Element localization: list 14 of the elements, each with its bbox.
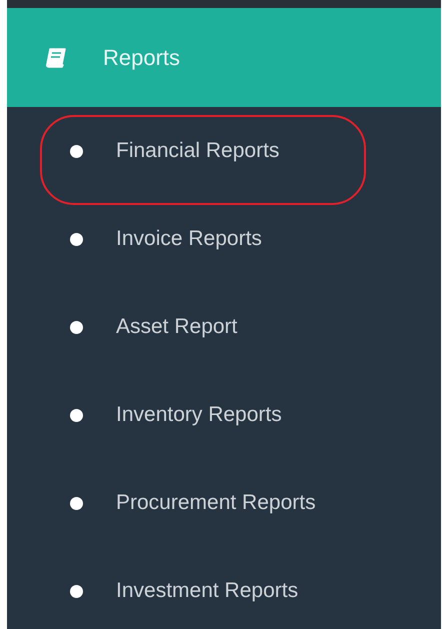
menu-item[interactable]: Financial Reports [116, 135, 280, 167]
menu-item[interactable]: Procurement Reports [116, 487, 316, 519]
bullet-icon [70, 144, 83, 158]
book-icon [45, 48, 67, 68]
bullet-icon [70, 496, 83, 510]
menu-item[interactable]: Invoice Reports [116, 223, 262, 255]
bullet-icon [70, 584, 83, 598]
menu-item[interactable]: Investment Reports [116, 575, 298, 607]
header-title: Reports [103, 44, 180, 72]
bullet-icon [70, 408, 83, 422]
bullet-icon [70, 320, 83, 334]
menu-item[interactable]: Asset Report [116, 311, 238, 343]
bullet-icon [70, 232, 83, 246]
menu-item[interactable]: Inventory Reports [116, 399, 282, 431]
